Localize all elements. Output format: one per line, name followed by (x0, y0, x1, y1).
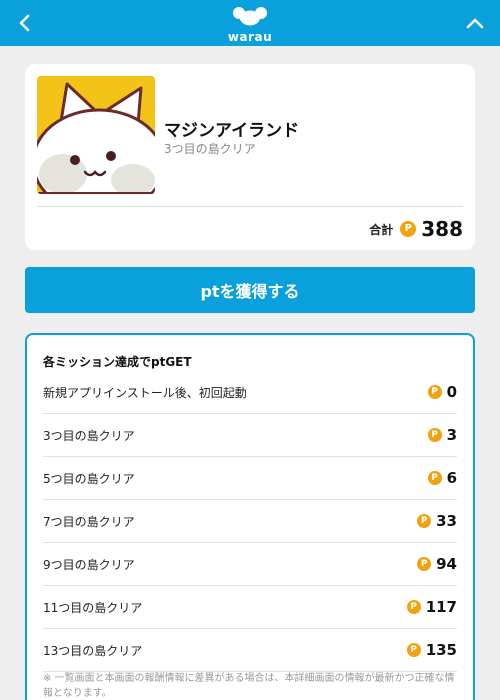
mission-label: 5つ目の島クリア (43, 471, 135, 486)
point-coin-icon: P (417, 557, 432, 571)
top-bar: warau (0, 0, 500, 46)
mission-label: 新規アプリインストール後、初回起動 (43, 385, 247, 400)
mission-points-value: 94 (436, 555, 457, 573)
mission-points: P3 (427, 426, 457, 444)
logo-text: warau (227, 30, 273, 44)
point-coin-icon: P (417, 514, 432, 528)
mission-points-value: 3 (446, 426, 457, 444)
mission-row: 9つ目の島クリア P 94 (43, 543, 457, 586)
mission-label: 9つ目の島クリア (43, 557, 135, 572)
back-button[interactable] (2, 0, 48, 46)
get-points-button[interactable]: ptを獲得する (25, 267, 475, 313)
mission-row: 11つ目の島クリア P 117 (43, 586, 457, 629)
mission-panel: 各ミッション達成でptGET 新規アプリインストール後、初回起動 P 0 3つ目の島ク… (25, 333, 475, 700)
point-coin-icon: P (427, 385, 442, 399)
total-points-row: 合計 P 388 (369, 216, 463, 242)
logo-mark-icon (233, 7, 267, 26)
app-card: マジンアイランド 3つ目の島クリア 合計 P 388 (25, 64, 475, 250)
mission-label: 13つ目の島クリア (43, 643, 143, 658)
point-coin-icon: P (406, 600, 421, 614)
mission-points-value: 6 (446, 469, 457, 487)
mission-points: P0 (427, 383, 457, 401)
mission-row: 3つ目の島クリア P 3 (43, 414, 457, 457)
mission-list: 新規アプリインストール後、初回起動 P 0 3つ目の島クリア P 3 5つ目の島クリア P 6 7… (43, 371, 457, 672)
mission-row: 新規アプリインストール後、初回起動 P 0 (43, 371, 457, 414)
chevron-up-icon (466, 18, 484, 29)
mission-points-value: 33 (436, 512, 457, 530)
mission-points-value: 0 (446, 383, 457, 401)
point-coin-icon: P (406, 643, 421, 657)
app-name: マジンアイランド (164, 121, 300, 141)
point-coin-icon: P (427, 428, 442, 442)
mission-label: 3つ目の島クリア (43, 428, 135, 443)
app-subtitle: 3つ目の島クリア (164, 142, 256, 156)
total-label: 合計 (369, 222, 394, 237)
mission-points-value: 117 (425, 598, 457, 616)
point-coin-icon: P (400, 221, 417, 237)
mission-row: 13つ目の島クリア P 135 (43, 629, 457, 672)
mission-panel-title: 各ミッション達成でptGET (43, 355, 192, 369)
point-coin-icon: P (427, 471, 442, 485)
mission-points: P6 (427, 469, 457, 487)
divider (37, 206, 463, 207)
mission-points: P 94 (417, 555, 457, 573)
mission-points: P 117 (406, 598, 457, 616)
chevron-left-icon (19, 14, 30, 32)
mission-row: 5つ目の島クリア P 6 (43, 457, 457, 500)
app-icon[interactable] (37, 76, 155, 194)
cat-mascot-icon (37, 76, 155, 194)
disclaimer-note: ※ 一覧画面と本画面の報酬情報に差異がある場合は、本詳細画面の情報が最新かつ正確… (43, 673, 455, 699)
total-points-value: 388 (421, 217, 463, 241)
mission-points: P 135 (406, 641, 457, 659)
mission-points-value: 135 (425, 641, 457, 659)
mission-points: P 33 (417, 512, 457, 530)
collapse-button[interactable] (452, 0, 498, 46)
warau-logo[interactable]: warau (215, 6, 285, 44)
mission-label: 7つ目の島クリア (43, 514, 135, 529)
mission-label: 11つ目の島クリア (43, 600, 143, 615)
mission-row: 7つ目の島クリア P 33 (43, 500, 457, 543)
